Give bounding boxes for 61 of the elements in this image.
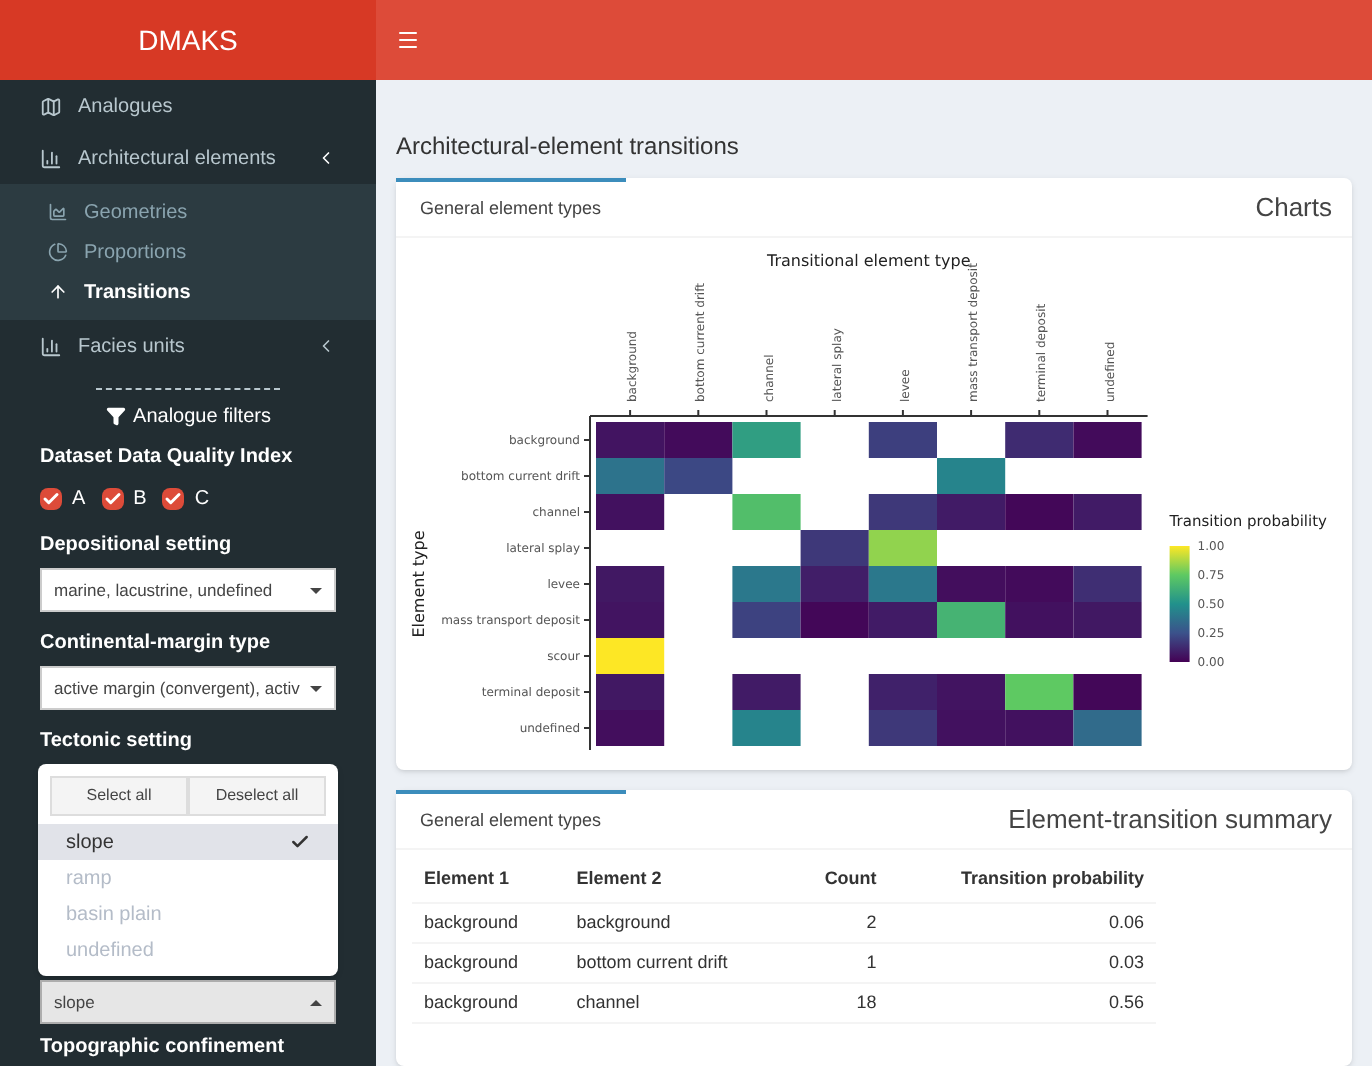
checkbox-label: A bbox=[72, 486, 86, 514]
box-title: Charts bbox=[1255, 189, 1332, 226]
submenu-item[interactable]: Geometries bbox=[0, 192, 376, 232]
table-cell: 0.56 bbox=[888, 982, 1156, 1022]
checkbox[interactable] bbox=[162, 488, 185, 510]
y-axis-title: Element type bbox=[410, 530, 428, 638]
caret-icon bbox=[310, 685, 322, 691]
sidebar-item[interactable]: Analogues bbox=[0, 80, 376, 132]
dropdown-action-button[interactable]: Deselect all bbox=[188, 776, 326, 816]
filter-icon bbox=[105, 406, 126, 426]
column-header: Count bbox=[790, 858, 889, 902]
menu-icon[interactable] bbox=[396, 28, 420, 52]
caret-icon bbox=[310, 587, 322, 593]
box-title: Element-transition summary bbox=[1008, 801, 1332, 838]
column-header: Element 1 bbox=[412, 858, 565, 902]
submenu-item[interactable]: Proportions bbox=[0, 232, 376, 272]
table-cell: 0.03 bbox=[888, 942, 1156, 982]
submenu-icon bbox=[48, 202, 68, 222]
check-icon bbox=[290, 832, 310, 852]
select-field[interactable]: slope bbox=[40, 980, 336, 1024]
filter-label: Continental-margin type bbox=[40, 630, 273, 658]
table-cell: 1 bbox=[790, 942, 889, 982]
sidebar-item[interactable]: Architectural elements bbox=[0, 132, 376, 184]
table-cell: background bbox=[412, 982, 565, 1022]
sidebar-item[interactable]: Facies units bbox=[0, 320, 376, 372]
checkbox-label: C bbox=[194, 486, 210, 514]
column-header: Transition probability bbox=[888, 858, 1156, 902]
table-cell: background bbox=[412, 942, 565, 982]
tab[interactable]: General element types bbox=[396, 178, 626, 236]
select-field[interactable]: active margin (convergent), activ bbox=[40, 666, 336, 710]
select-field[interactable]: marine, lacustrine, undefined bbox=[40, 568, 336, 612]
submenu-item[interactable]: Transitions bbox=[0, 272, 376, 312]
table-cell: background bbox=[564, 902, 791, 942]
table-cell: 0.06 bbox=[888, 902, 1156, 942]
submenu-icon bbox=[48, 282, 68, 302]
page-title: Architectural-element transitions bbox=[396, 130, 741, 164]
table-cell: channel bbox=[564, 982, 791, 1022]
table-cell: 18 bbox=[790, 982, 889, 1022]
dropdown-action-button[interactable]: Select all bbox=[50, 776, 188, 816]
logo-text: DMAKS bbox=[138, 21, 238, 59]
submenu-icon bbox=[48, 242, 68, 262]
filter-label: Depositional setting bbox=[40, 532, 234, 560]
caret-icon bbox=[310, 999, 322, 1005]
table-cell: bottom current drift bbox=[564, 942, 791, 982]
filters-heading: Analogue filters bbox=[0, 398, 376, 434]
colorbar bbox=[1169, 546, 1190, 662]
filter-label: Tectonic setting bbox=[40, 728, 194, 756]
menu-icon bbox=[40, 95, 62, 117]
menu-icon bbox=[40, 335, 62, 357]
column-header: Element 2 bbox=[564, 858, 791, 902]
filter-label: Dataset Data Quality Index bbox=[40, 444, 295, 472]
menu-icon bbox=[40, 147, 62, 169]
table-cell: 2 bbox=[790, 902, 889, 942]
checkbox[interactable] bbox=[101, 488, 124, 510]
checkbox[interactable] bbox=[40, 488, 62, 510]
tab[interactable]: General element types bbox=[396, 790, 626, 848]
checkbox-label: B bbox=[133, 486, 147, 514]
chart-title: Transitional element type bbox=[767, 252, 971, 270]
filter-label: Topographic confinement bbox=[40, 1036, 287, 1058]
table-cell: background bbox=[412, 902, 565, 942]
dropdown-option[interactable]: slope bbox=[38, 824, 338, 860]
